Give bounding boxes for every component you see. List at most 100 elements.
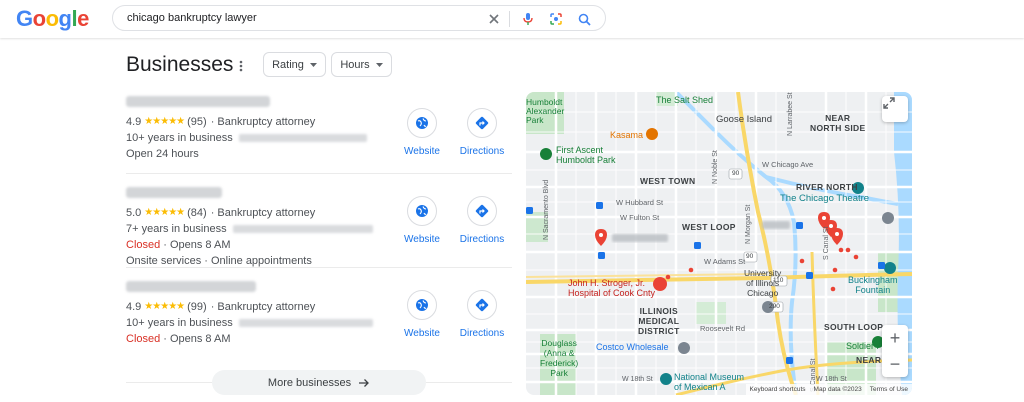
business-name-redacted[interactable] [126,187,222,198]
lens-search-icon[interactable] [547,10,565,28]
map-label: The Chicago Theatre [780,193,870,204]
zoom-in-button[interactable]: + [882,325,908,351]
map-label: N Sacramento Blvd [543,179,550,240]
section-title: Businesses [126,53,234,76]
google-logo[interactable]: Google [16,6,89,32]
map-label: N Larrabee St [787,92,794,136]
directions-label: Directions [459,146,505,157]
map-label: NEAR [856,355,882,365]
map-label: John H. Stroger, Jr. Hospital of Cook Cn… [568,278,656,298]
caret-down-icon [309,62,317,67]
directions-icon [467,108,497,138]
arrow-right-icon [359,378,369,387]
zoom-out-button[interactable]: − [882,351,908,377]
map-label: RIVER NORTH [796,182,858,192]
map-label: N Morgan St [745,204,752,244]
logo-letter: o [45,6,59,31]
business-category: · Bankruptcy attorney [210,116,316,128]
opening-time: · Opens 8 AM [163,239,231,251]
map-label: WEST LOOP [682,222,736,232]
closed-status: Closed [126,239,161,251]
map-label: Roosevelt Rd [700,324,746,333]
map-label: W Chicago Ave [762,160,814,169]
more-businesses-button[interactable]: More businesses [212,370,426,395]
website-icon [407,108,437,138]
website-button[interactable]: Website [392,108,452,157]
map-label: The Salt Shed [656,95,714,105]
logo-letter: g [58,6,72,31]
website-button[interactable]: Website [392,196,452,245]
map-label: W Fulton St [620,213,660,222]
review-count[interactable]: (95) [187,114,207,130]
caret-down-icon [375,62,383,67]
years-in-business: 10+ years in business [126,317,233,329]
star-rating: ★★★★★ [144,207,185,218]
map-view[interactable]: Humboldt Alexander Park The Salt Shed Go… [526,92,912,395]
route-shield: 90 [746,253,754,260]
address-redacted [238,319,373,327]
rating-filter-chip[interactable]: Rating [263,52,326,77]
route-shield: 90 [732,170,740,177]
website-button[interactable]: Website [392,290,452,339]
terms-of-use-link[interactable]: Terms of Use [870,386,908,393]
map-label: Douglass (Anna & Frederick) Park [540,338,579,378]
closed-status: Closed [126,333,161,345]
zoom-control[interactable]: + − [882,325,908,377]
map-label: Humboldt Alexander Park [526,97,565,125]
rating-value: 4.9 [126,116,142,128]
address-redacted [238,134,367,142]
opening-time: · Opens 8 AM [163,333,231,345]
fullscreen-button[interactable] [882,96,908,122]
years-in-business: 10+ years in business [126,132,233,144]
business-category: · Bankruptcy attorney [210,301,316,313]
more-options-icon[interactable] [236,58,246,74]
search-divider [509,11,510,27]
expand-icon [883,97,895,109]
hours-filter-chip[interactable]: Hours [331,52,392,77]
chip-label: Rating [272,58,304,71]
map-label: WEST TOWN [640,176,696,186]
directions-button[interactable]: Directions [452,196,512,245]
star-rating: ★★★★★ [144,116,185,127]
logo-letter: G [16,6,33,31]
rating-value: 4.9 [126,301,142,313]
website-label: Website [404,234,440,245]
search-icon[interactable] [575,10,593,28]
map-label: NEAR NORTH SIDE [810,113,866,133]
map-label: First Ascent Humboldt Park [556,145,616,165]
review-count[interactable]: (99) [187,299,207,315]
map-label: Kasama [610,130,644,140]
map-data-credit: Map data ©2023 [813,386,862,393]
clear-icon[interactable] [485,10,503,28]
directions-icon [467,196,497,226]
directions-icon [467,290,497,320]
map-label: W Adams St [704,257,746,266]
review-count[interactable]: (84) [187,205,207,221]
voice-search-icon[interactable] [519,10,537,28]
directions-label: Directions [459,234,505,245]
directions-button[interactable]: Directions [452,290,512,339]
divider [126,267,512,268]
logo-letter: e [77,6,89,31]
business-name-redacted[interactable] [126,281,256,292]
chip-label: Hours [340,58,370,71]
map-label: W 18th St [622,376,653,383]
route-shield: 110 [773,277,784,284]
more-businesses-label: More businesses [267,376,352,389]
address-redacted [232,225,373,233]
hours-status: Open 24 hours [126,148,199,160]
keyboard-shortcuts-link[interactable]: Keyboard shortcuts [750,386,806,393]
map-label: Buckingham Fountain [848,275,898,295]
map-label: W 18th St [816,376,847,383]
business-category: · Bankruptcy attorney [210,207,316,219]
business-name-redacted[interactable] [126,96,270,107]
logo-letter: o [32,6,46,31]
map-label: Costco Wholesale [596,342,669,352]
search-box[interactable]: chicago bankruptcy lawyer [112,5,606,31]
route-shield: 290 [769,303,780,310]
top-bar: Google chicago bankruptcy lawyer [0,0,1024,38]
website-label: Website [404,328,440,339]
search-input[interactable]: chicago bankruptcy lawyer [127,12,257,24]
directions-button[interactable]: Directions [452,108,512,157]
map-label: National Museum of Mexican A [674,372,745,392]
